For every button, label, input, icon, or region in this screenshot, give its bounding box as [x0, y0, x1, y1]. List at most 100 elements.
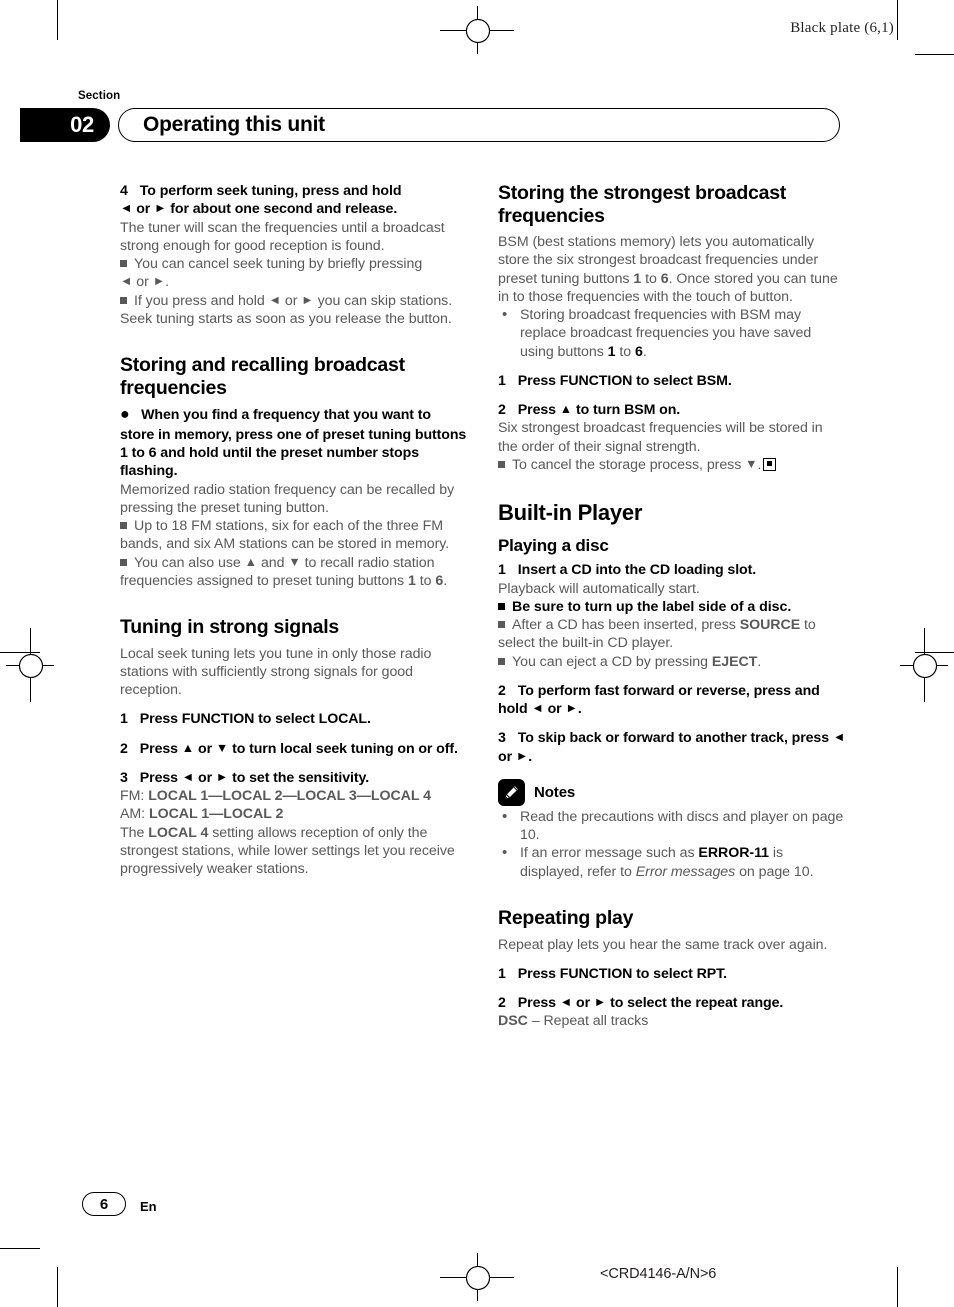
disc-step-2: 2 To perform fast forward or reverse, pre…: [498, 682, 846, 719]
square-bullet-icon: [120, 296, 127, 304]
step-or: or: [198, 740, 213, 757]
notes-header: Notes: [498, 778, 846, 806]
step-text-b: to select the repeat range.: [610, 995, 784, 1012]
up-arrow-icon: ▲: [559, 402, 573, 417]
step-or: or: [498, 748, 512, 765]
fm-label: FM:: [120, 788, 145, 805]
page-number: 6: [99, 1195, 109, 1213]
square-bullet-icon: [498, 657, 505, 665]
section-title-pill: Operating this unit: [118, 108, 840, 142]
black-plate-label: Black plate (6,1): [790, 20, 894, 36]
step-text-a: Press: [517, 402, 556, 419]
button-number-1: 1: [607, 343, 616, 360]
list-item: Storing broadcast frequencies with BSM m…: [498, 305, 846, 361]
step-text: Press FUNCTION to select RPT.: [517, 965, 727, 982]
end-of-section-marker-icon: [763, 457, 777, 471]
left-arrow-icon: ◄: [559, 995, 573, 1010]
note-or: or: [136, 274, 149, 291]
right-arrow-icon: ►: [565, 701, 578, 716]
step-text-b: to turn local seek tuning on or off.: [232, 740, 458, 757]
store-description: Memorized radio station frequency can be…: [120, 481, 455, 516]
step-text-b: to turn BSM on.: [576, 402, 681, 419]
bsm-step-2-description: Six strongest broadcast frequencies will…: [498, 420, 823, 455]
bsm-description: BSM (best stations memory) lets you auto…: [498, 233, 846, 306]
step-or: or: [547, 701, 562, 718]
bullet-store-text: When you find a frequency that you want …: [120, 407, 467, 480]
button-number-6: 6: [660, 270, 669, 287]
step-text-a: Press: [139, 769, 178, 786]
repeat-step-2: 2 Press ◄ or ► to select the repeat range…: [498, 994, 846, 1012]
note-text: Up to 18 FM stations, six for each of th…: [120, 518, 450, 553]
registration-mark-left: [6, 628, 54, 702]
up-arrow-icon: ▲: [244, 554, 258, 569]
left-arrow-icon: ◄: [832, 730, 846, 745]
step-text: Press FUNCTION to select LOCAL.: [139, 711, 371, 728]
step-end: .: [528, 748, 533, 765]
repeat-description: Repeat play lets you hear the same track…: [498, 936, 828, 953]
notes-list: Read the precautions with discs and play…: [498, 807, 846, 881]
bsm-bullet-end: .: [642, 343, 647, 360]
error-messages-reference: Error messages: [635, 863, 736, 880]
square-bullet-icon: [120, 260, 127, 267]
right-column: Storing the strongest broadcast frequenc…: [498, 182, 846, 1031]
note-text: You can cancel seek tuning by briefly pr…: [134, 256, 423, 272]
down-arrow-icon: ▼: [288, 554, 301, 569]
note-end: .: [757, 653, 762, 670]
left-arrow-icon: ◄: [120, 274, 133, 289]
step-4-text-b: for about one second and release.: [170, 201, 398, 218]
note-and: and: [260, 554, 285, 571]
step-text-a: To perform fast forward or reverse, pres…: [498, 682, 820, 718]
note-end: .: [165, 274, 169, 291]
left-column: 4 To perform seek tuning, press and hold …: [120, 182, 468, 878]
right-arrow-icon: ►: [215, 769, 229, 784]
button-number-6: 6: [635, 343, 643, 360]
page-number-badge: 6: [82, 1192, 126, 1216]
right-arrow-icon: ►: [152, 274, 166, 289]
left-arrow-icon: ◄: [531, 701, 544, 716]
manual-page: Black plate (6,1) Section 02 Operating t…: [0, 0, 954, 1307]
note-text-a: If an error message such as: [520, 845, 695, 862]
bsm-to: to: [645, 270, 657, 287]
step-text: Press FUNCTION to select BSM.: [517, 372, 732, 389]
step-4: 4 To perform seek tuning, press and hold …: [120, 182, 468, 219]
bsm-bullet-to: to: [619, 343, 632, 360]
crop-mark-top-right-horizontal: [915, 54, 954, 56]
square-bullet-icon: [120, 522, 127, 530]
button-number-1: 1: [407, 572, 416, 589]
bsm-step-1: 1 Press FUNCTION to select BSM.: [498, 372, 846, 390]
list-item: If an error message such as ERROR-11 is …: [498, 843, 846, 881]
section-number-badge: 02: [20, 108, 110, 142]
repeat-range-dsc: DSC – Repeat all tracks: [498, 1012, 846, 1030]
left-arrow-icon: ◄: [268, 292, 281, 307]
note-end: .: [443, 572, 448, 589]
step-or: or: [576, 995, 591, 1012]
round-bullet-icon: ●: [120, 406, 130, 424]
heading-storing-recalling: Storing and recalling broadcast frequenc…: [120, 354, 405, 399]
step-or: or: [198, 769, 213, 786]
step-number: 3: [498, 730, 506, 747]
note-text-c: on page 10.: [739, 863, 814, 880]
crop-mark-top-left: [57, 0, 59, 40]
right-arrow-icon: ►: [301, 292, 314, 307]
section-number: 02: [70, 112, 94, 137]
dsc-label: DSC: [498, 1013, 528, 1030]
right-arrow-icon: ►: [593, 995, 607, 1010]
step-number: 2: [120, 740, 128, 757]
dsc-text: – Repeat all tracks: [531, 1013, 649, 1030]
section-word-label: Section: [78, 90, 121, 102]
disc-note-1: Be sure to turn up the label side of a d…: [498, 598, 846, 616]
note-text-a: You can also use: [134, 554, 241, 571]
local4-text-a: The: [120, 824, 145, 841]
local4-bold: LOCAL 4: [148, 824, 209, 841]
square-bullet-icon: [498, 602, 505, 610]
tuning-step-1: 1 Press FUNCTION to select LOCAL.: [120, 710, 468, 728]
step-4-note-2: If you press and hold ◄ or ► you can ski…: [120, 292, 468, 329]
down-arrow-icon: ▼: [215, 740, 229, 755]
tuning-step-2: 2 Press ▲ or ▼ to turn local seek tuning …: [120, 740, 468, 758]
note-to: to: [419, 572, 432, 589]
crop-mark-bottom-left-horizontal: [0, 1248, 40, 1250]
pencil-icon: [498, 778, 525, 806]
local4-description: The LOCAL 4 setting allows reception of …: [120, 824, 468, 879]
step-4-text-a: To perform seek tuning, press and hold: [139, 183, 402, 199]
list-item: Read the precautions with discs and play…: [498, 807, 846, 845]
